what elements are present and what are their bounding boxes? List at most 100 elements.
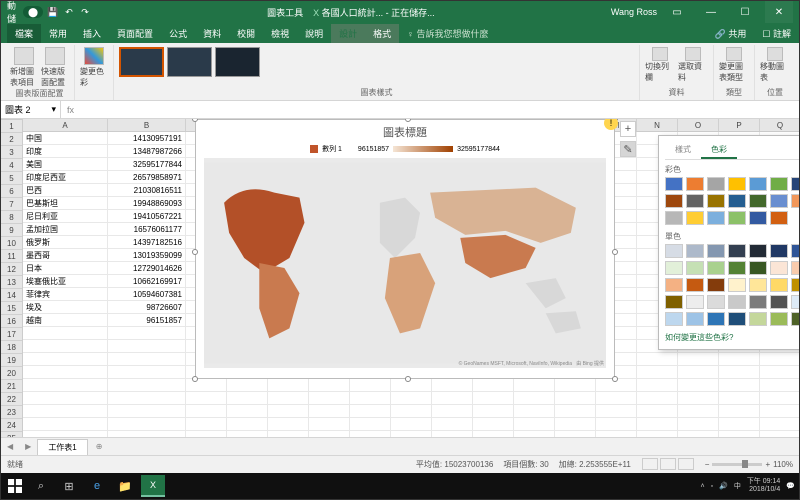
autosave-toggle[interactable]: ⬤ (23, 6, 43, 18)
tray-network-icon[interactable]: ▫ (711, 483, 713, 490)
color-swatch[interactable] (749, 244, 767, 258)
chevron-down-icon[interactable]: ▾ (51, 104, 56, 115)
color-swatch[interactable] (770, 261, 788, 275)
taskbar-search-icon[interactable]: ⌕ (29, 475, 53, 497)
color-swatch[interactable] (791, 194, 799, 208)
name-box[interactable]: 圖表 2▾ (1, 101, 61, 118)
sheet-nav-prev-icon[interactable]: ◀ (1, 442, 19, 451)
color-swatch[interactable] (665, 278, 683, 292)
zoom-level[interactable]: 110% (773, 460, 793, 469)
chart-styles-button[interactable]: ✎ (620, 141, 636, 157)
color-swatch[interactable] (749, 177, 767, 191)
color-swatch[interactable] (749, 295, 767, 309)
color-swatch[interactable] (728, 312, 746, 326)
tab-formulas[interactable]: 公式 (161, 24, 195, 43)
color-swatch[interactable] (791, 312, 799, 326)
select-data-button[interactable]: 選取資料 (678, 47, 708, 83)
zoom-slider[interactable] (712, 463, 762, 466)
taskbar-explorer-icon[interactable]: 📁 (113, 475, 137, 497)
color-swatch[interactable] (707, 194, 725, 208)
color-swatch[interactable] (791, 261, 799, 275)
tray-chevron-icon[interactable]: ˄ (701, 483, 705, 490)
color-swatch[interactable] (707, 177, 725, 191)
undo-icon[interactable]: ↶ (63, 6, 75, 18)
color-swatch[interactable] (686, 194, 704, 208)
color-swatch[interactable] (686, 211, 704, 225)
chart-elements-button[interactable]: + (620, 121, 636, 137)
move-chart-button[interactable]: 移動圖表 (760, 47, 790, 83)
color-swatch[interactable] (791, 177, 799, 191)
tab-design[interactable]: 設計 (331, 24, 365, 43)
color-swatch[interactable] (665, 194, 683, 208)
color-swatch[interactable] (686, 312, 704, 326)
color-swatch[interactable] (770, 194, 788, 208)
tab-home[interactable]: 常用 (41, 24, 75, 43)
start-button[interactable] (5, 476, 25, 496)
zoom-control[interactable]: − + 110% (705, 460, 793, 469)
view-buttons[interactable] (641, 458, 695, 472)
color-swatch[interactable] (791, 278, 799, 292)
tray-ime-icon[interactable]: 中 (734, 481, 741, 491)
new-sheet-button[interactable]: ⊕ (88, 442, 111, 451)
color-swatch[interactable] (686, 177, 704, 191)
notifications-icon[interactable]: 💬 (786, 482, 795, 490)
color-swatch[interactable] (770, 211, 788, 225)
ribbon-options-icon[interactable]: ▭ (663, 1, 691, 23)
tab-data[interactable]: 資料 (195, 24, 229, 43)
user-name[interactable]: Wang Ross (611, 7, 657, 17)
color-swatch[interactable] (749, 261, 767, 275)
change-colors-button[interactable]: 變更色彩 (80, 47, 108, 88)
taskbar-excel-icon[interactable]: X (141, 475, 165, 497)
chart-style-3[interactable] (215, 47, 260, 77)
color-swatch[interactable] (728, 278, 746, 292)
color-swatch[interactable] (686, 261, 704, 275)
color-swatch[interactable] (728, 177, 746, 191)
color-swatch[interactable] (791, 295, 799, 309)
flyout-tab-color[interactable]: 色彩 (701, 142, 737, 159)
chart-style-1[interactable] (119, 47, 164, 77)
color-swatch[interactable] (707, 261, 725, 275)
taskbar-clock[interactable]: 下午 09:142018/10/4 (747, 478, 780, 493)
taskbar-edge-icon[interactable]: e (85, 475, 109, 497)
color-swatch[interactable] (728, 194, 746, 208)
add-chart-element-button[interactable]: 新增圖表項目 (10, 47, 38, 88)
color-swatch[interactable] (707, 244, 725, 258)
tab-format[interactable]: 格式 (365, 24, 399, 43)
flyout-tab-style[interactable]: 樣式 (665, 142, 701, 159)
color-swatch[interactable] (770, 244, 788, 258)
color-swatch[interactable] (707, 278, 725, 292)
color-swatch[interactable] (770, 177, 788, 191)
color-swatch[interactable] (728, 261, 746, 275)
change-colors-link[interactable]: 如何變更這些色彩? (665, 332, 799, 343)
color-swatch[interactable] (728, 244, 746, 258)
chart-style-2[interactable] (167, 47, 212, 77)
row-headers[interactable]: 1234567891011121314151617181920212223242… (1, 120, 23, 437)
tray-volume-icon[interactable]: 🔊 (719, 482, 728, 490)
close-button[interactable]: ✕ (765, 1, 793, 23)
map-chart[interactable]: 圖表標題 數列 1 9615185732595177844 (195, 119, 615, 379)
color-swatch[interactable] (665, 177, 683, 191)
comments-button[interactable]: ☐ 註解 (754, 24, 799, 43)
color-swatch[interactable] (770, 295, 788, 309)
color-swatch[interactable] (686, 278, 704, 292)
color-swatch[interactable] (686, 244, 704, 258)
tab-layout[interactable]: 頁面配置 (109, 24, 161, 43)
color-swatch[interactable] (770, 312, 788, 326)
color-swatch[interactable] (770, 278, 788, 292)
sheet-nav-next-icon[interactable]: ▶ (19, 442, 37, 451)
color-swatch[interactable] (665, 312, 683, 326)
tab-insert[interactable]: 插入 (75, 24, 109, 43)
change-chart-type-button[interactable]: 變更圖表類型 (719, 47, 749, 83)
color-swatch[interactable] (749, 312, 767, 326)
task-view-icon[interactable]: ⊞ (57, 475, 81, 497)
color-swatch[interactable] (665, 261, 683, 275)
zoom-out-icon[interactable]: − (705, 460, 710, 469)
color-swatch[interactable] (728, 211, 746, 225)
worksheet-grid[interactable]: 1234567891011121314151617181920212223242… (1, 119, 799, 437)
color-swatch[interactable] (665, 295, 683, 309)
tab-help[interactable]: 說明 (297, 24, 331, 43)
zoom-in-icon[interactable]: + (765, 460, 770, 469)
tab-file[interactable]: 檔案 (7, 24, 41, 43)
color-swatch[interactable] (665, 244, 683, 258)
sheet-tab-1[interactable]: 工作表1 (37, 439, 87, 455)
